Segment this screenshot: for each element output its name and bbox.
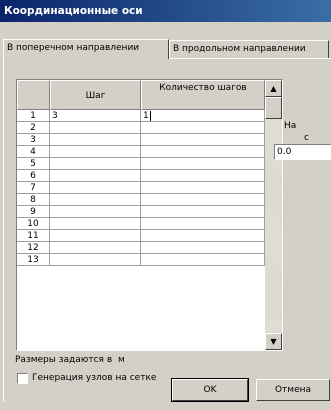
grid-cell-count[interactable]	[141, 230, 265, 242]
grid-body: Шаг Количество шагов 1 3 1 2 3 4 5 6 7 8 9 10 11 12 13	[17, 80, 265, 350]
grid-row-number: 1	[17, 110, 50, 122]
grid-cell-step[interactable]	[50, 218, 141, 230]
units-label: Размеры задаются в м	[15, 355, 125, 365]
grid-cell-step[interactable]	[50, 134, 141, 146]
ok-button[interactable]: OK	[171, 378, 249, 402]
grid-cell-step[interactable]	[50, 146, 141, 158]
right-label-partial-1: На	[284, 121, 297, 131]
grid-cell-count[interactable]	[141, 218, 265, 230]
generate-nodes-label[interactable]: Генерация узлов на сетке	[32, 373, 156, 383]
grid-cell-step[interactable]	[50, 206, 141, 218]
grid-row-number: 11	[17, 230, 50, 242]
grid-row-number: 3	[17, 134, 50, 146]
vertical-scrollbar[interactable]: ▲ ▼	[265, 80, 282, 350]
grid-cell-count[interactable]	[141, 170, 265, 182]
grid-row-number: 12	[17, 242, 50, 254]
grid-cell-step[interactable]	[50, 242, 141, 254]
steps-grid[interactable]: Шаг Количество шагов 1 3 1 2 3 4 5 6 7 8 9 10 11 12 13 ▲…	[16, 79, 283, 351]
grid-cell-step[interactable]	[50, 170, 141, 182]
scroll-up-button[interactable]: ▲	[265, 80, 282, 97]
grid-cell-step[interactable]	[50, 194, 141, 206]
scroll-thumb[interactable]	[265, 97, 282, 119]
grid-cell-count[interactable]	[141, 134, 265, 146]
grid-row-number: 5	[17, 158, 50, 170]
dialog-body: В поперечном направлении В продольном на…	[0, 22, 331, 410]
tab-longitudinal[interactable]: В продольном направлении	[169, 40, 329, 58]
grid-cell-count[interactable]	[141, 122, 265, 134]
window-title: Координационные оси	[0, 0, 331, 22]
grid-cell-count[interactable]	[141, 146, 265, 158]
grid-row-number: 8	[17, 194, 50, 206]
grid-row-number: 10	[17, 218, 50, 230]
grid-cell-count[interactable]	[141, 194, 265, 206]
grid-row-number: 2	[17, 122, 50, 134]
text-caret	[149, 110, 151, 121]
grid-column-header[interactable]: Шаг	[50, 80, 141, 110]
grid-row-number: 6	[17, 170, 50, 182]
grid-cell-step[interactable]	[50, 230, 141, 242]
generate-nodes-checkbox[interactable]	[17, 373, 28, 384]
grid-cell-count[interactable]	[141, 158, 265, 170]
origin-input[interactable]: 0.0	[274, 144, 331, 160]
grid-row-number: 4	[17, 146, 50, 158]
grid-cell-count[interactable]	[141, 182, 265, 194]
units-label-text: Размеры задаются в	[15, 355, 113, 365]
grid-row-number: 13	[17, 254, 50, 266]
grid-cell-step[interactable]	[50, 254, 141, 266]
grid-cell-count[interactable]	[141, 206, 265, 218]
grid-cell-step[interactable]	[50, 182, 141, 194]
tab-panel: Шаг Количество шагов 1 3 1 2 3 4 5 6 7 8 9 10 11 12 13 ▲…	[3, 58, 331, 402]
grid-cell-count[interactable]: 1	[141, 110, 265, 122]
grid-column-header[interactable]	[17, 80, 50, 110]
cancel-button[interactable]: Отмена	[256, 379, 330, 401]
tab-transverse[interactable]: В поперечном направлении	[3, 39, 169, 59]
right-label-partial-2: с	[304, 133, 309, 143]
grid-cell-step[interactable]	[50, 122, 141, 134]
grid-cell-step[interactable]: 3	[50, 110, 141, 122]
units-value: м	[118, 355, 125, 365]
grid-column-header[interactable]: Количество шагов	[141, 80, 265, 110]
grid-row-number: 9	[17, 206, 50, 218]
grid-cell-step[interactable]	[50, 158, 141, 170]
grid-cell-count[interactable]	[141, 242, 265, 254]
grid-row-number: 7	[17, 182, 50, 194]
scroll-down-button[interactable]: ▼	[265, 333, 282, 350]
grid-cell-count[interactable]	[141, 254, 265, 266]
